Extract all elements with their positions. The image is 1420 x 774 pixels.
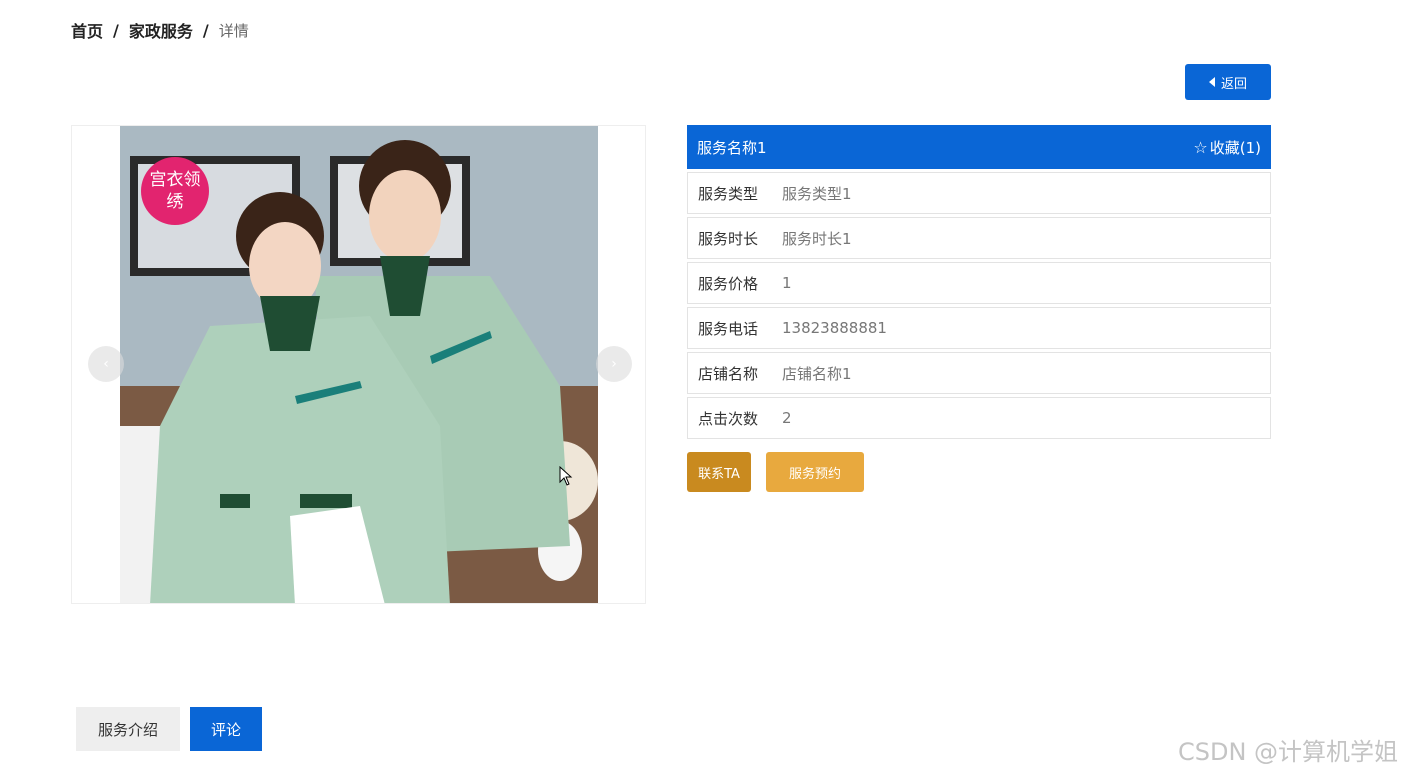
carousel-next-button[interactable]: ›	[596, 346, 632, 382]
breadcrumb-current: 详情	[218, 21, 249, 40]
detail-label: 店铺名称	[698, 364, 759, 383]
tab-service-intro[interactable]: 服务介绍	[76, 707, 180, 751]
detail-label: 服务时长	[698, 229, 759, 248]
detail-label: 服务价格	[698, 274, 759, 293]
breadcrumb-home[interactable]: 首页	[71, 18, 103, 42]
detail-row-duration: 服务时长 服务时长1	[687, 217, 1271, 259]
detail-label: 点击次数	[698, 409, 759, 428]
detail-value: 服务类型1	[782, 184, 852, 203]
back-button[interactable]: 返回	[1185, 64, 1271, 100]
breadcrumb-section[interactable]: 家政服务	[129, 18, 193, 42]
detail-row-type: 服务类型 服务类型1	[687, 172, 1271, 214]
detail-label: 服务电话	[698, 319, 759, 338]
detail-row-clicks: 点击次数 2	[687, 397, 1271, 439]
back-button-label: 返回	[1220, 76, 1247, 92]
mouse-cursor-icon	[559, 466, 573, 486]
breadcrumb-separator: /	[202, 20, 209, 40]
watermark: CSDN @计算机学姐	[1178, 738, 1399, 766]
detail-label: 服务类型	[698, 184, 759, 203]
detail-header: 服务名称1 ☆ 收藏(1)	[687, 125, 1271, 169]
book-service-button[interactable]: 服务预约	[766, 452, 864, 492]
detail-value: 13823888881	[782, 319, 887, 337]
contact-button[interactable]: 联系TA	[687, 452, 751, 492]
caret-left-icon	[1208, 77, 1215, 87]
detail-row-phone: 服务电话 13823888881	[687, 307, 1271, 349]
service-title: 服务名称1	[697, 138, 767, 157]
favorite-label: 收藏(1)	[1209, 138, 1261, 157]
tab-comments[interactable]: 评论	[190, 707, 262, 751]
breadcrumb-separator: /	[113, 20, 119, 40]
service-photo: 宫衣领绣	[120, 126, 598, 603]
detail-row-price: 服务价格 1	[687, 262, 1271, 304]
favorite-button[interactable]: ☆ 收藏(1)	[1193, 137, 1261, 158]
chevron-left-icon: ‹	[103, 356, 109, 372]
image-badge: 宫衣领绣	[149, 170, 201, 212]
image-carousel: 宫衣领绣 ‹ ›	[71, 125, 646, 604]
detail-value: 店铺名称1	[782, 364, 852, 383]
chevron-right-icon: ›	[611, 356, 617, 372]
detail-value: 服务时长1	[782, 229, 852, 248]
star-outline-icon: ☆	[1193, 137, 1208, 157]
detail-value: 1	[782, 274, 792, 292]
detail-value: 2	[782, 409, 792, 427]
breadcrumb: 首页 / 家政服务 / 详情	[71, 18, 249, 42]
carousel-prev-button[interactable]: ‹	[88, 346, 124, 382]
detail-row-shop: 店铺名称 店铺名称1	[687, 352, 1271, 394]
